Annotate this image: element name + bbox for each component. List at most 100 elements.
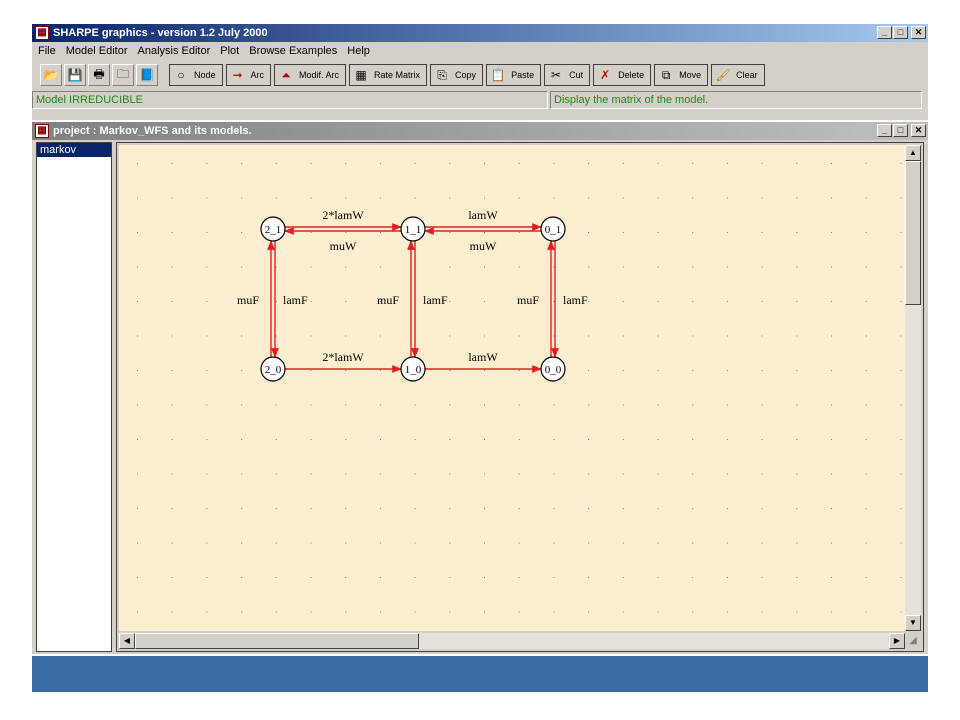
save-icon[interactable]: 💾 <box>64 64 86 86</box>
grid-dot <box>657 301 659 302</box>
grid-dot <box>553 163 555 164</box>
delete-button[interactable]: ✗ Delete <box>593 64 652 86</box>
grid-dot <box>171 197 173 199</box>
grid-dot <box>484 439 485 440</box>
main-title-bar[interactable]: ▦ SHARPE graphics - version 1.2 July 200… <box>32 24 928 42</box>
grid-dot <box>900 335 902 337</box>
open-folder-icon[interactable]: 📂 <box>40 64 62 86</box>
hint-status: Display the matrix of the model. <box>550 91 922 109</box>
paste-button[interactable]: 📋 Paste <box>486 64 542 86</box>
grid-dot <box>518 370 520 371</box>
grid-dot <box>726 473 728 475</box>
grid-dot <box>761 404 763 406</box>
state-node-0_0[interactable]: 0_0 <box>540 356 566 382</box>
menu-plot[interactable]: Plot <box>214 45 243 57</box>
minimize-button[interactable]: _ <box>877 26 892 39</box>
grid-dot <box>553 266 555 268</box>
taskbar <box>32 656 928 692</box>
grid-dot <box>414 163 416 164</box>
menu-model-editor[interactable]: Model Editor <box>60 45 132 57</box>
print-icon[interactable]: 🖶 <box>88 64 110 86</box>
grid-dot <box>484 508 485 509</box>
scroll-right-arrow[interactable]: ▶ <box>889 633 905 649</box>
project-minimize-button[interactable]: _ <box>877 124 892 137</box>
grid-dot <box>622 473 624 475</box>
grid-dot <box>692 508 694 509</box>
move-button[interactable]: ⧉ Move <box>654 64 709 86</box>
grid-dot <box>310 197 312 199</box>
project-title-bar[interactable]: ▦ project : Markov_WFS and its models. _… <box>32 122 928 140</box>
model-list: markov <box>36 142 112 652</box>
grid-dot <box>275 197 277 199</box>
grid-dot <box>241 439 243 440</box>
arc-button[interactable]: ➞ Arc <box>225 64 272 86</box>
grid-dot <box>518 577 520 578</box>
copy-button[interactable]: ⎘ Copy <box>430 64 484 86</box>
clear-button[interactable]: 🖌 Clear <box>711 64 765 86</box>
state-node-2_0[interactable]: 2_0 <box>260 356 286 382</box>
book-icon[interactable]: 📘 <box>136 64 158 86</box>
node-button-label: Node <box>194 70 216 80</box>
horizontal-scrollbar[interactable]: ◀ ▶ <box>119 633 905 649</box>
grid-dot <box>206 266 208 268</box>
grid-dot <box>484 404 485 406</box>
grid-dot <box>345 611 347 613</box>
vertical-scrollbar[interactable]: ▲ ▼ <box>905 145 921 631</box>
grid-dot <box>831 370 832 371</box>
grid-dot <box>310 404 312 406</box>
horizontal-scroll-thumb[interactable] <box>135 633 419 649</box>
markov-graph[interactable]: 2*lamW muW lamW muW 2*lamW lamW lamF muF lamF muF… <box>119 145 905 631</box>
grid-dot <box>171 370 173 371</box>
menu-file[interactable]: File <box>32 45 60 57</box>
grid-dot <box>588 370 590 371</box>
state-node-2_1[interactable]: 2_1 <box>260 216 286 242</box>
grid-dot <box>241 335 243 337</box>
window-title: SHARPE graphics - version 1.2 July 2000 <box>53 27 268 39</box>
grid-dot <box>622 542 624 544</box>
state-node-1_0[interactable]: 1_0 <box>400 356 426 382</box>
scroll-down-arrow[interactable]: ▼ <box>905 615 921 631</box>
rate-matrix-button[interactable]: ▦ Rate Matrix <box>349 64 428 86</box>
grid-dot <box>518 473 520 475</box>
grid-dot <box>622 232 624 233</box>
vertical-scroll-thumb[interactable] <box>905 161 921 305</box>
scroll-left-arrow[interactable]: ◀ <box>119 633 135 649</box>
state-node-0_1[interactable]: 0_1 <box>540 216 566 242</box>
grid-dot <box>275 473 277 475</box>
arc-label: lamF <box>283 293 308 307</box>
project-maximize-button[interactable]: □ <box>893 124 908 137</box>
grid-dot <box>553 301 555 302</box>
grid-dot <box>137 301 138 302</box>
model-list-item[interactable]: markov <box>37 143 111 157</box>
grid-dot <box>449 508 451 509</box>
close-button[interactable]: ✕ <box>911 26 926 39</box>
menu-analysis-editor[interactable]: Analysis Editor <box>132 45 215 57</box>
grid-dot <box>761 335 763 337</box>
clear-button-label: Clear <box>736 70 758 80</box>
scroll-up-arrow[interactable]: ▲ <box>905 145 921 161</box>
grid-dot <box>241 266 243 268</box>
grid-dot <box>518 542 520 544</box>
model-canvas[interactable]: 2*lamW muW lamW muW 2*lamW lamW lamF muF lamF muF… <box>119 145 905 631</box>
copy-icon: ⎘ <box>437 67 447 82</box>
grid-dot <box>831 439 832 440</box>
grid-dot <box>831 404 832 406</box>
grid-dot <box>692 232 694 233</box>
maximize-button[interactable]: □ <box>893 26 908 39</box>
grid-dot <box>206 542 208 544</box>
cut-button-label: Cut <box>569 70 584 80</box>
new-folder-icon[interactable]: 🗀 <box>112 64 134 86</box>
modify-arc-button[interactable]: ⏶ Modif. Arc <box>274 64 347 86</box>
grid-dot <box>449 473 451 475</box>
resize-grip-icon[interactable]: ◢ <box>905 633 921 649</box>
cut-button[interactable]: ✂ Cut <box>544 64 591 86</box>
grid-dot <box>137 542 138 544</box>
menu-help[interactable]: Help <box>341 45 374 57</box>
grid-dot <box>900 370 902 371</box>
state-node-1_1[interactable]: 1_1 <box>400 216 426 242</box>
node-button[interactable]: ○ Node <box>169 64 223 86</box>
grid-dot <box>241 577 243 578</box>
grid-dot <box>588 577 590 578</box>
project-close-button[interactable]: ✕ <box>911 124 926 137</box>
menu-browse-examples[interactable]: Browse Examples <box>243 45 341 57</box>
